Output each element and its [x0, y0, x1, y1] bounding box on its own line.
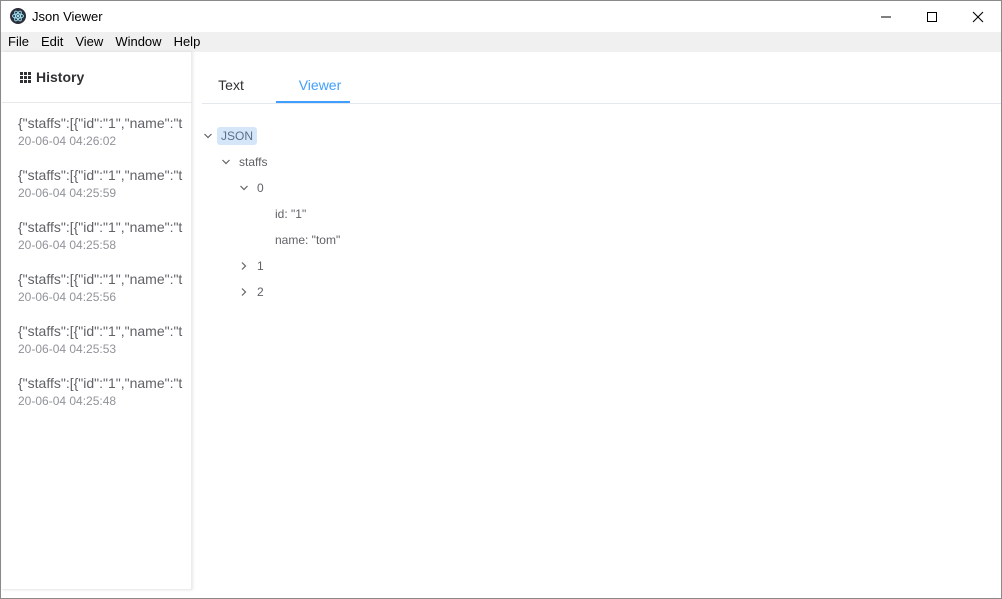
chevron-down-icon[interactable] [202, 130, 214, 142]
tree-leaf-name[interactable]: name: "tom" [275, 230, 340, 250]
tree-node-staffs[interactable]: staffs [220, 152, 267, 172]
menu-file[interactable]: File [2, 32, 35, 52]
menu-view[interactable]: View [69, 32, 109, 52]
tree-node-label: JSON [217, 127, 258, 145]
menu-edit[interactable]: Edit [35, 32, 69, 52]
history-item[interactable]: {"staffs":[{"id":"1","name":"t 20-06-04 … [2, 260, 192, 312]
history-item[interactable]: {"staffs":[{"id":"1","name":"t 20-06-04 … [2, 312, 192, 364]
tab-text[interactable]: Text [218, 77, 244, 104]
electron-app-icon [10, 8, 26, 24]
app-window: Json Viewer File Edit View Window Help H… [0, 0, 1002, 599]
tree-node-item-2[interactable]: 2 [238, 282, 264, 302]
tree-node-label: staffs [239, 155, 268, 169]
active-tab-indicator [276, 101, 350, 103]
maximize-icon [927, 11, 937, 22]
history-sidebar: History {"staffs":[{"id":"1","name":"t 2… [2, 52, 192, 590]
chevron-right-icon[interactable] [238, 286, 250, 298]
tree-leaf-label: name: "tom" [275, 233, 341, 247]
chevron-down-icon[interactable] [220, 156, 232, 168]
menu-help[interactable]: Help [168, 32, 207, 52]
close-button[interactable] [955, 1, 1001, 32]
title-bar[interactable]: Json Viewer [1, 1, 1001, 32]
history-item-json: {"staffs":[{"id":"1","name":"t [18, 375, 183, 391]
history-item-json: {"staffs":[{"id":"1","name":"t [18, 219, 183, 235]
history-list: {"staffs":[{"id":"1","name":"t 20-06-04 … [2, 104, 192, 416]
history-item[interactable]: {"staffs":[{"id":"1","name":"t 20-06-04 … [2, 208, 192, 260]
tree-leaf-id[interactable]: id: "1" [275, 204, 306, 224]
main-panel: Text Viewer JSON staffs 0 id: "1" name: … [192, 52, 1001, 598]
window-title: Json Viewer [32, 9, 103, 24]
history-item-time: 20-06-04 04:25:58 [18, 238, 117, 252]
history-item[interactable]: {"staffs":[{"id":"1","name":"t 20-06-04 … [2, 104, 192, 156]
close-icon [972, 11, 984, 22]
tree-node-item-1[interactable]: 1 [238, 256, 264, 276]
tab-bar: Text Viewer [202, 52, 1001, 104]
tree-node-root[interactable]: JSON [202, 126, 258, 146]
history-item-time: 20-06-04 04:25:56 [18, 290, 117, 304]
tree-leaf-label: id: "1" [275, 207, 307, 221]
history-item-json: {"staffs":[{"id":"1","name":"t [18, 167, 183, 183]
minimize-button[interactable] [863, 1, 909, 32]
grid-icon [20, 72, 31, 83]
tree-node-item-0[interactable]: 0 [238, 178, 264, 198]
history-item-json: {"staffs":[{"id":"1","name":"t [18, 323, 183, 339]
minimize-icon [881, 16, 891, 17]
history-item-json: {"staffs":[{"id":"1","name":"t [18, 271, 183, 287]
history-header: History [2, 52, 192, 103]
tree-node-label: 0 [257, 181, 264, 195]
menu-bar: File Edit View Window Help [1, 32, 1001, 52]
history-title: History [36, 69, 85, 85]
chevron-down-icon[interactable] [238, 182, 250, 194]
history-item-time: 20-06-04 04:25:48 [18, 394, 117, 408]
menu-window[interactable]: Window [109, 32, 167, 52]
tree-node-label: 2 [257, 285, 264, 299]
tab-viewer[interactable]: Viewer [292, 77, 348, 104]
tree-node-label: 1 [257, 259, 264, 273]
history-item[interactable]: {"staffs":[{"id":"1","name":"t 20-06-04 … [2, 364, 192, 416]
history-item-time: 20-06-04 04:25:59 [18, 186, 117, 200]
history-item-json: {"staffs":[{"id":"1","name":"t [18, 115, 183, 131]
chevron-right-icon[interactable] [238, 260, 250, 272]
history-item-time: 20-06-04 04:26:02 [18, 134, 117, 148]
maximize-button[interactable] [909, 1, 955, 32]
history-item-time: 20-06-04 04:25:53 [18, 342, 117, 356]
history-item[interactable]: {"staffs":[{"id":"1","name":"t 20-06-04 … [2, 156, 192, 208]
